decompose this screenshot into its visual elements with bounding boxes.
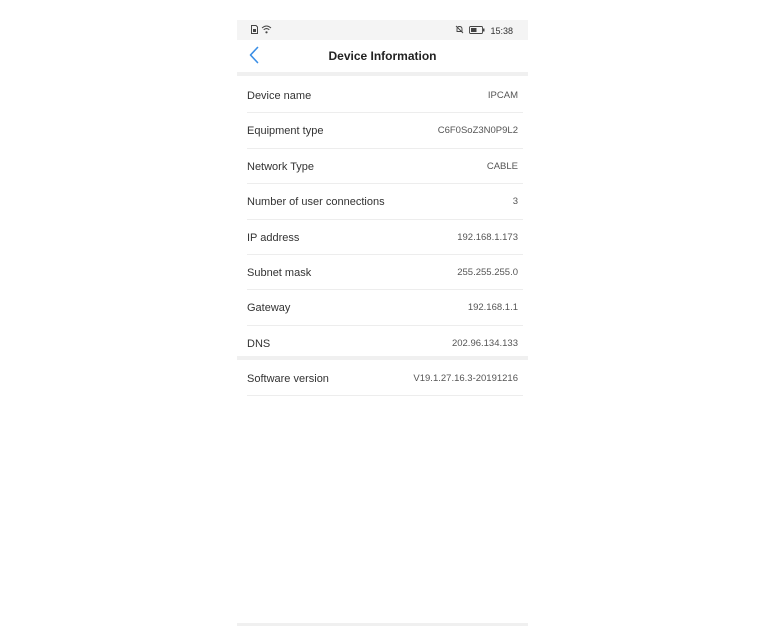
bottom-divider: [237, 623, 528, 626]
info-row-equipment-type: Equipment type C6F0SoZ3N0P9L2: [247, 113, 523, 149]
row-label: Software version: [247, 373, 329, 385]
wifi-icon: [261, 25, 272, 36]
row-value: 192.168.1.173: [457, 231, 518, 243]
mute-icon: [455, 25, 464, 36]
info-row-network-type: Network Type CABLE: [247, 149, 523, 185]
device-info-list: Device name IPCAM Equipment type C6F0SoZ…: [247, 78, 523, 361]
info-row-subnet-mask: Subnet mask 255.255.255.0: [247, 255, 523, 291]
battery-icon: [469, 25, 485, 36]
row-label: Gateway: [247, 302, 291, 315]
info-row-gateway: Gateway 192.168.1.1: [247, 290, 523, 326]
software-info-list: Software version V19.1.27.16.3-20191216: [247, 361, 523, 397]
status-time: 15:38: [490, 25, 513, 36]
row-value: 255.255.255.0: [457, 266, 518, 278]
section-divider: [237, 72, 528, 76]
row-value: CABLE: [486, 160, 518, 172]
status-bar: 15:38: [237, 20, 528, 40]
info-row-ip-address: IP address 192.168.1.173: [247, 220, 523, 255]
section-divider: [237, 356, 528, 360]
row-label: Network Type: [247, 160, 315, 173]
phone-screen: 15:38 Device Information Device name IPC…: [237, 20, 528, 626]
sim-icon: [251, 25, 258, 36]
nav-bar: Device Information: [237, 40, 528, 72]
row-label: Subnet mask: [247, 266, 312, 279]
info-row-user-connections: Number of user connections 3: [247, 184, 523, 220]
row-value: 192.168.1.1: [467, 302, 518, 314]
row-label: IP address: [247, 231, 300, 244]
row-value: 202.96.134.133: [451, 337, 518, 349]
row-label: Device name: [247, 90, 312, 102]
info-row-device-name: Device name IPCAM: [247, 78, 523, 114]
row-label: DNS: [247, 337, 271, 350]
row-value: 3: [512, 196, 518, 208]
info-row-software-version: Software version V19.1.27.16.3-20191216: [247, 361, 523, 397]
row-value: IPCAM: [487, 90, 518, 101]
row-label: Equipment type: [247, 125, 324, 138]
row-label: Number of user connections: [247, 196, 385, 209]
row-value: C6F0SoZ3N0P9L2: [437, 125, 518, 137]
row-value: V19.1.27.16.3-20191216: [413, 373, 518, 384]
page-title: Device Information: [328, 49, 437, 63]
